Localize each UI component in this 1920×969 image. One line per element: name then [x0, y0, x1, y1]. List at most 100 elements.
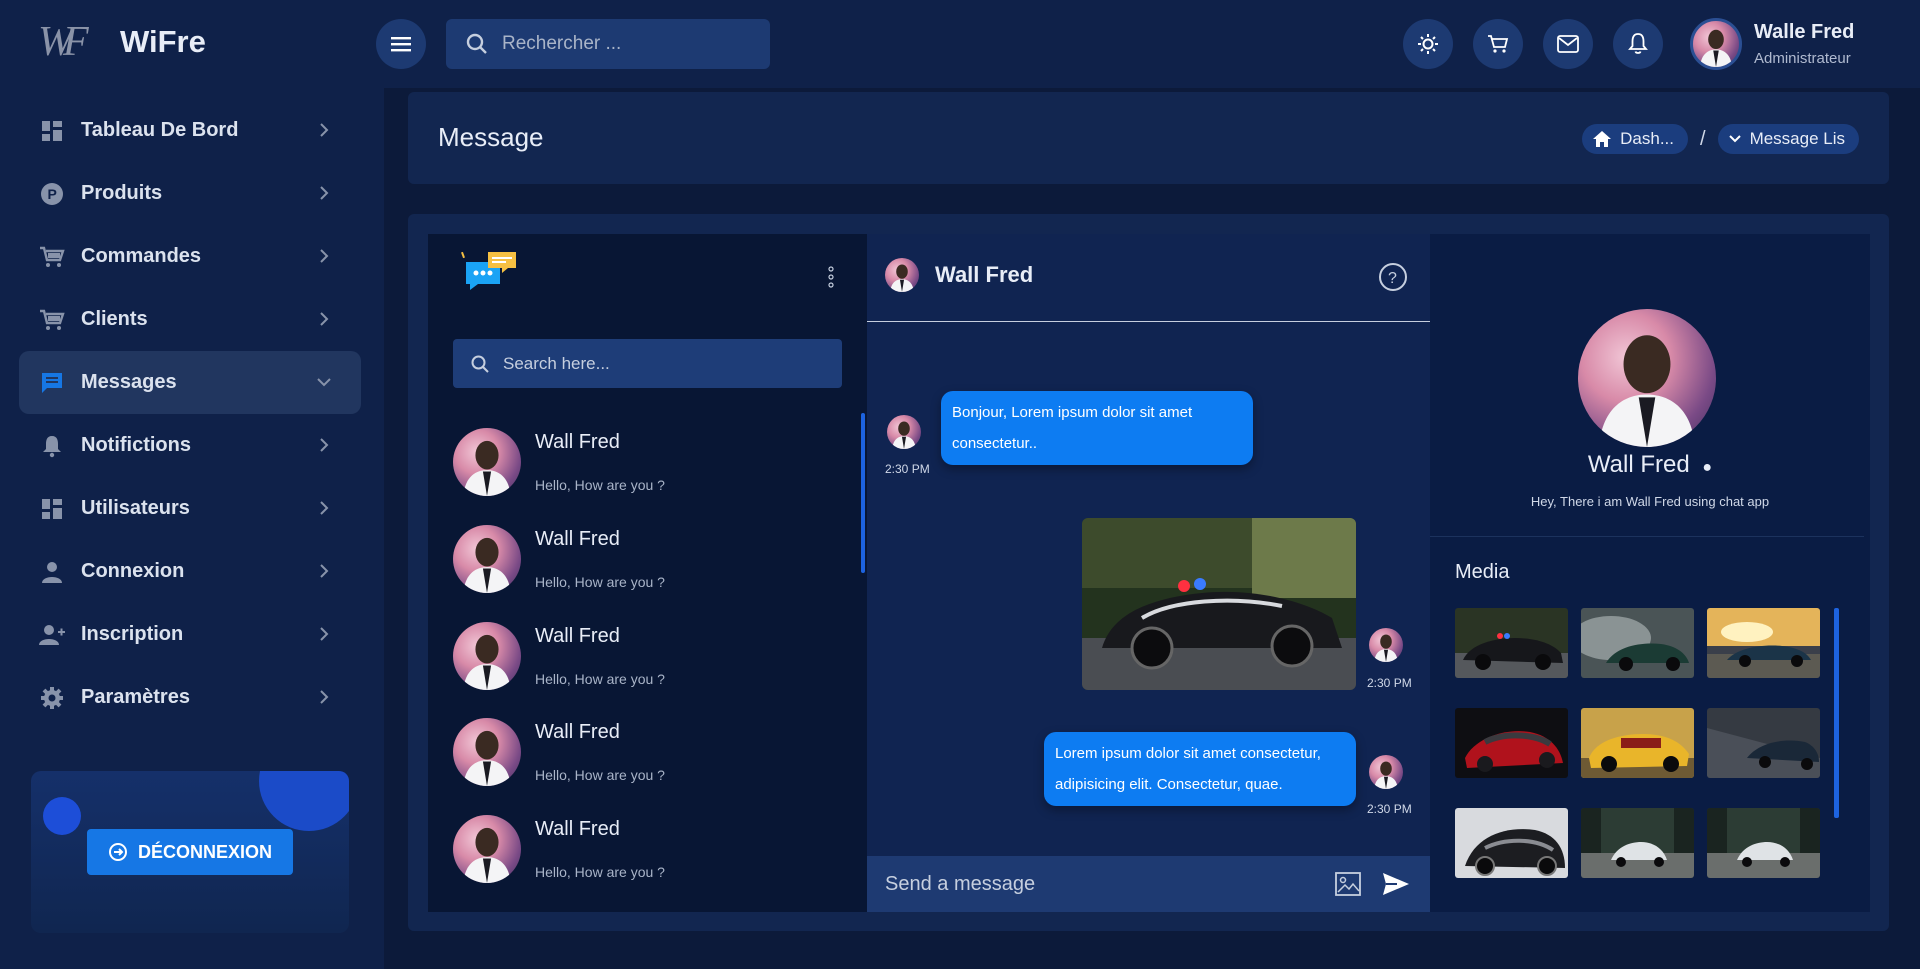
contact-preview: Hello, How are you ? [535, 767, 665, 783]
sidebar-item-clients[interactable]: Clients [19, 288, 361, 351]
page-header: Message Dash... / Message Lis [408, 92, 1889, 184]
media-thumbnail[interactable] [1581, 608, 1694, 678]
media-scrollbar[interactable] [1834, 608, 1839, 818]
contact-item[interactable]: Wall Fred Hello, How are you ? [453, 522, 813, 612]
sidebar-item-label: Produits [81, 182, 163, 204]
home-icon [1593, 131, 1612, 147]
product-p-icon: P [39, 181, 65, 207]
sidebar-item-label: Inscription [81, 623, 184, 645]
user-name: Walle Fred [1754, 21, 1855, 43]
gear-icon [39, 685, 65, 711]
sidebar-item-label: Paramètres [81, 686, 190, 708]
notifications-button[interactable] [1613, 19, 1663, 69]
logout-card: DÉCONNEXION [31, 771, 349, 933]
user-menu[interactable]: Walle Fred Administrateur [1690, 18, 1854, 70]
search-input[interactable]: Rechercher ... [446, 19, 770, 69]
contact-item[interactable]: Wall Fred Hello, How are you ? [453, 812, 813, 902]
media-thumbnail[interactable] [1581, 708, 1694, 778]
chevron-right-icon [320, 186, 329, 200]
chat-list-panel: Search here... Wall Fred Hello, How are … [428, 234, 868, 912]
user-role: Administrateur [1754, 50, 1851, 67]
chat-header: Wall Fred ? [867, 234, 1430, 322]
avatar [1578, 309, 1716, 447]
dashboard-icon [39, 496, 65, 522]
mail-button[interactable] [1543, 19, 1593, 69]
contact-search-placeholder: Search here... [503, 353, 610, 373]
profile-name: Wall Fred ● [1430, 451, 1870, 479]
message-time: 2:30 PM [1367, 676, 1412, 690]
contact-name: Wall Fred [535, 528, 620, 550]
contact-preview: Hello, How are you ? [535, 574, 665, 590]
media-thumbnail[interactable] [1455, 608, 1568, 678]
contact-item[interactable]: Wall Fred Hello, How are you ? [453, 619, 813, 709]
contact-item[interactable]: Wall Fred Hello, How are you ? [453, 715, 813, 805]
menu-toggle-button[interactable] [376, 19, 426, 69]
chevron-down-icon [1728, 135, 1741, 143]
media-thumbnail[interactable] [1707, 608, 1820, 678]
media-thumbnail[interactable] [1455, 808, 1568, 878]
message-icon [39, 370, 65, 396]
contact-name: Wall Fred [535, 721, 620, 743]
chevron-right-icon [320, 249, 329, 263]
sidebar-item-utilisateurs[interactable]: Utilisateurs [19, 477, 361, 540]
chevron-right-icon [320, 627, 329, 641]
logout-button[interactable]: DÉCONNEXION [87, 829, 293, 875]
sidebar: WF WiFre Tableau De Bord P Produits Comm… [0, 0, 384, 969]
sidebar-item-notifications[interactable]: Notifictions [19, 414, 361, 477]
contact-search-input[interactable]: Search here... [453, 339, 842, 388]
chevron-right-icon [320, 690, 329, 704]
sidebar-item-commandes[interactable]: Commandes [19, 225, 361, 288]
logo-text: WiFre [120, 24, 206, 59]
chevron-down-icon [317, 378, 331, 387]
user-add-icon [39, 622, 65, 648]
breadcrumb-current[interactable]: Message Lis [1717, 124, 1859, 154]
media-thumbnail[interactable] [1707, 708, 1820, 778]
mail-icon [1557, 35, 1579, 53]
media-thumbnail[interactable] [1707, 808, 1820, 878]
sidebar-nav: Tableau De Bord P Produits Commandes Cli… [19, 99, 361, 729]
sidebar-item-produits[interactable]: P Produits [19, 162, 361, 225]
contact-name: Wall Fred [535, 625, 620, 647]
avatar [453, 622, 521, 690]
media-thumbnail[interactable] [1455, 708, 1568, 778]
decorative-circle [259, 771, 349, 831]
sidebar-item-label: Tableau De Bord [81, 119, 239, 141]
sidebar-item-connexion[interactable]: Connexion [19, 540, 361, 603]
media-thumbnail[interactable] [1581, 808, 1694, 878]
sidebar-item-inscription[interactable]: Inscription [19, 603, 361, 666]
logo[interactable]: WF WiFre [38, 18, 206, 66]
sidebar-item-label: Notifictions [81, 434, 191, 456]
attach-image-icon[interactable] [1335, 872, 1361, 896]
chevron-right-icon [320, 501, 329, 515]
bell-icon [39, 433, 65, 459]
sidebar-item-tableau-de-bord[interactable]: Tableau De Bord [19, 99, 361, 162]
help-icon[interactable]: ? [1378, 262, 1408, 292]
send-icon[interactable] [1382, 872, 1410, 896]
cart-icon [39, 307, 65, 333]
more-options-icon[interactable] [828, 266, 834, 288]
divider [1430, 536, 1864, 537]
decorative-circle [43, 797, 81, 835]
cart-icon [1488, 35, 1509, 53]
chat-window: Wall Fred ? 2:30 PM Bonjour, Lorem ipsum… [867, 234, 1430, 912]
search-icon [466, 33, 487, 54]
contact-preview: Hello, How are you ? [535, 477, 665, 493]
theme-toggle-button[interactable] [1403, 19, 1453, 69]
svg-text:?: ? [1388, 270, 1397, 287]
sidebar-item-messages[interactable]: Messages [19, 351, 361, 414]
profile-name-text: Wall Fred [1587, 451, 1690, 478]
contact-preview: Hello, How are you ? [535, 671, 665, 687]
cart-button[interactable] [1473, 19, 1523, 69]
breadcrumb-home[interactable]: Dash... [1582, 124, 1688, 154]
sidebar-item-parametres[interactable]: Paramètres [19, 666, 361, 729]
chat-list-scrollbar[interactable] [861, 413, 865, 573]
sidebar-item-label: Connexion [81, 560, 185, 582]
avatar [1369, 628, 1403, 662]
logout-label: DÉCONNEXION [137, 841, 272, 862]
contact-item[interactable]: Wall Fred Hello, How are you ? [453, 425, 813, 515]
chevron-right-icon [320, 438, 329, 452]
chevron-right-icon [320, 123, 329, 137]
breadcrumb-home-label: Dash... [1620, 129, 1674, 148]
sidebar-item-label: Messages [81, 371, 177, 393]
message-image[interactable] [1082, 518, 1356, 690]
